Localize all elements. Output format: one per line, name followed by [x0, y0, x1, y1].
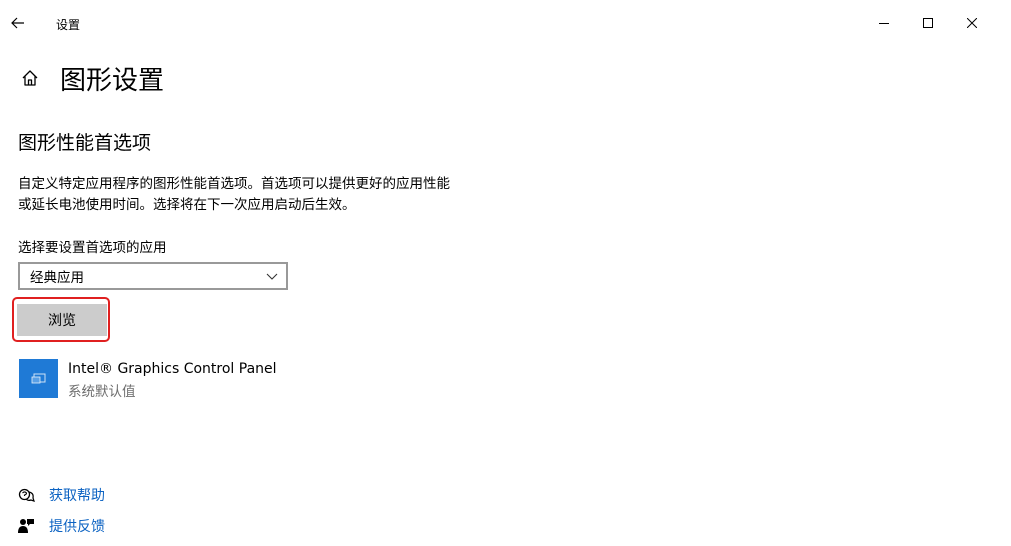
title-bar — [0, 0, 1011, 46]
home-icon — [22, 70, 38, 86]
chevron-down-icon — [266, 273, 278, 280]
back-button[interactable] — [0, 6, 36, 40]
app-type-dropdown[interactable]: 经典应用 — [18, 262, 288, 290]
browse-button[interactable]: 浏览 — [17, 304, 107, 336]
feedback-link-row[interactable]: 提供反馈 — [18, 516, 105, 536]
home-button[interactable] — [18, 66, 42, 90]
back-arrow-icon — [11, 17, 24, 29]
maximize-button[interactable] — [906, 8, 950, 38]
feedback-link[interactable]: 提供反馈 — [49, 516, 105, 536]
dropdown-selected-value: 经典应用 — [30, 270, 84, 286]
app-preference-status: 系统默认值 — [68, 384, 136, 400]
help-link-row[interactable]: 获取帮助 — [18, 485, 105, 505]
window-title: 设置 — [56, 18, 81, 32]
minimize-icon — [879, 23, 889, 24]
app-name[interactable]: Intel® Graphics Control Panel — [68, 361, 277, 377]
help-link[interactable]: 获取帮助 — [49, 485, 105, 505]
close-button[interactable] — [950, 8, 994, 38]
feedback-person-icon — [18, 519, 34, 533]
section-title: 图形性能首选项 — [18, 132, 152, 154]
help-chat-icon — [18, 488, 35, 502]
app-icon[interactable] — [19, 359, 58, 398]
control-panel-icon — [31, 373, 45, 383]
maximize-icon — [923, 18, 933, 28]
close-icon — [967, 18, 977, 28]
minimize-button[interactable] — [862, 8, 906, 38]
section-description: 自定义特定应用程序的图形性能首选项。首选项可以提供更好的应用性能或延长电池使用时… — [18, 176, 450, 213]
app-select-label: 选择要设置首选项的应用 — [18, 240, 167, 256]
page-title: 图形设置 — [60, 66, 165, 96]
